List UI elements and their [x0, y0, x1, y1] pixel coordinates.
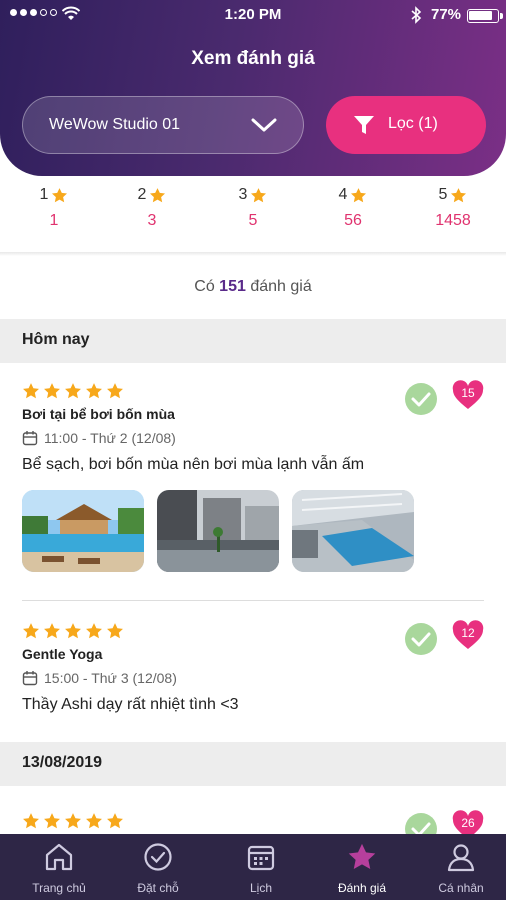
rating-count-value: 1458	[435, 212, 471, 229]
star-icon	[65, 383, 81, 399]
review-text: Thầy Ashi dạy rất nhiệt tình <3	[22, 696, 239, 713]
filter-button-label: Lọc (1)	[388, 115, 438, 132]
like-count: 15	[461, 386, 475, 400]
review-time-label: 15:00 - Thứ 3 (12/08)	[44, 670, 177, 686]
bluetooth-icon	[411, 6, 422, 24]
filter-icon	[354, 116, 374, 134]
section-header: Hôm nay	[0, 319, 506, 363]
nav-item-label: Trang chủ	[32, 881, 86, 895]
calendar-icon	[247, 845, 275, 871]
rating-counts: 1 1 2 3 3 5 4 56 5 1458	[0, 186, 506, 252]
review-item: Bơi tại bể bơi bốn mùa 11:00 - Thứ 2 (12…	[22, 380, 484, 572]
rating-count-value: 1	[49, 212, 59, 229]
star-icon	[86, 623, 102, 639]
review-total-count: 151	[219, 278, 246, 295]
review-item: Gentle Yoga 15:00 - Thứ 3 (12/08) Thầy A…	[22, 620, 484, 714]
star-icon	[44, 623, 60, 639]
nav-item-label: Đặt chỗ	[137, 881, 179, 895]
review-photos	[22, 490, 484, 572]
rating-count-value: 56	[344, 212, 362, 229]
nav-item-profile[interactable]: Cá nhân	[416, 842, 506, 895]
rating-count-value: 5	[248, 212, 258, 229]
user-icon	[447, 844, 475, 872]
star-icon	[44, 813, 60, 829]
nav-item-label: Đánh giá	[337, 881, 387, 895]
review-photo[interactable]	[157, 490, 279, 572]
rating-count-value: 3	[147, 212, 157, 229]
star-icon	[348, 843, 376, 869]
star-icon	[65, 813, 81, 829]
star-icon	[52, 187, 68, 202]
rating-stars-label: 2	[137, 186, 147, 203]
divider	[0, 252, 506, 256]
nav-item-home[interactable]: Trang chủ	[14, 842, 104, 895]
star-icon	[23, 623, 39, 639]
star-icon	[86, 813, 102, 829]
review-total-prefix: Có	[194, 278, 215, 295]
home-icon	[45, 843, 73, 871]
rating-stars-label: 3	[238, 186, 248, 203]
review-time: 11:00 - Thứ 2 (12/08)	[22, 430, 484, 446]
star-icon	[107, 383, 123, 399]
rating-stars-label: 5	[438, 186, 448, 203]
battery-percent: 77%	[431, 6, 462, 23]
calendar-icon	[22, 671, 38, 686]
page-title: Xem đánh giá	[191, 48, 315, 69]
rating-count-2[interactable]: 2 3	[122, 186, 182, 230]
rating-count-3[interactable]: 3 5	[223, 186, 283, 230]
rating-stars-label: 1	[39, 186, 49, 203]
bottom-nav: Trang chủ Đặt chỗ Lịch Đánh giá Cá nhân	[0, 834, 506, 900]
header: 1:20 PM 77% Xem đánh giá WeWow Studio 01…	[0, 0, 506, 176]
review-time-label: 11:00 - Thứ 2 (12/08)	[44, 430, 176, 446]
star-icon	[23, 813, 39, 829]
star-icon	[107, 623, 123, 639]
review-photo[interactable]	[22, 490, 144, 572]
status-bar: 1:20 PM 77%	[0, 4, 506, 26]
nav-item-label: Lịch	[249, 881, 272, 895]
calendar-icon	[22, 431, 38, 446]
rating-count-5[interactable]: 5 1458	[423, 186, 483, 230]
rating-stars-label: 4	[338, 186, 348, 203]
star-icon	[65, 623, 81, 639]
star-icon	[351, 187, 367, 202]
rating-count-4[interactable]: 4 56	[323, 186, 383, 230]
star-icon	[251, 187, 267, 202]
battery-icon	[467, 9, 503, 23]
nav-item-booking[interactable]: Đặt chỗ	[113, 842, 203, 895]
chevron-down-icon	[251, 118, 277, 132]
like-count: 26	[461, 816, 475, 830]
star-icon	[44, 383, 60, 399]
like-button[interactable]: 15	[452, 380, 484, 412]
star-icon	[150, 187, 166, 202]
check-circle-icon	[144, 843, 172, 871]
review-text: Bể sạch, bơi bốn mùa nên bơi mùa lạnh vẫ…	[22, 456, 365, 473]
review-time: 15:00 - Thứ 3 (12/08)	[22, 670, 484, 686]
star-icon	[23, 383, 39, 399]
nav-item-reviews[interactable]: Đánh giá	[317, 842, 407, 895]
divider	[22, 600, 484, 601]
star-icon	[451, 187, 467, 202]
review-photo[interactable]	[292, 490, 414, 572]
rating-count-1[interactable]: 1 1	[24, 186, 84, 230]
star-icon	[107, 813, 123, 829]
studio-select[interactable]: WeWow Studio 01	[22, 96, 304, 154]
section-header: 13/08/2019	[0, 742, 506, 786]
filter-button[interactable]: Lọc (1)	[326, 96, 486, 154]
like-button[interactable]: 12	[452, 620, 484, 652]
star-icon	[86, 383, 102, 399]
verified-check-icon	[405, 383, 437, 415]
like-count: 12	[461, 626, 475, 640]
review-item: 26	[22, 810, 484, 845]
verified-check-icon	[405, 623, 437, 655]
review-total-suffix: đánh giá	[250, 278, 312, 295]
app-screen: 1:20 PM 77% Xem đánh giá WeWow Studio 01…	[0, 0, 506, 900]
review-total: Có 151 đánh giá	[0, 278, 506, 296]
studio-select-label: WeWow Studio 01	[49, 116, 181, 133]
nav-item-label: Cá nhân	[438, 881, 484, 895]
nav-item-calendar[interactable]: Lịch	[216, 842, 306, 895]
